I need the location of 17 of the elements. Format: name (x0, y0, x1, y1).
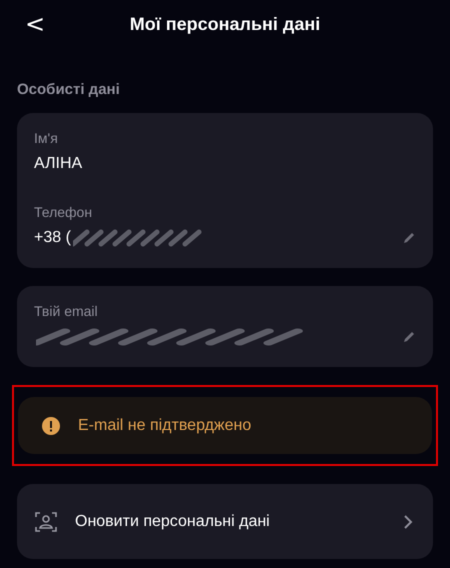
field-value: +38 ( (34, 229, 71, 247)
chevron-icon (403, 514, 413, 530)
update-data-button[interactable]: Оновити персональні дані (17, 484, 433, 559)
field-label: Твій email (34, 303, 98, 319)
warning-text: E-mail не підтверджено (78, 416, 252, 434)
edit-icon[interactable] (402, 330, 416, 344)
page-title: Мої персональні дані (130, 14, 320, 34)
section-title: Особисті дані (17, 81, 121, 98)
warning-icon (42, 416, 60, 434)
field-value: АЛІНА (34, 155, 82, 173)
back-button[interactable]: < (19, 10, 52, 38)
field-label: Телефон (34, 204, 92, 220)
field-label: Ім'я (34, 130, 58, 146)
face-scan-icon (35, 510, 57, 532)
edit-icon[interactable] (402, 231, 416, 245)
redacted-text-icon (72, 228, 203, 248)
redacted-text-icon (36, 327, 306, 347)
